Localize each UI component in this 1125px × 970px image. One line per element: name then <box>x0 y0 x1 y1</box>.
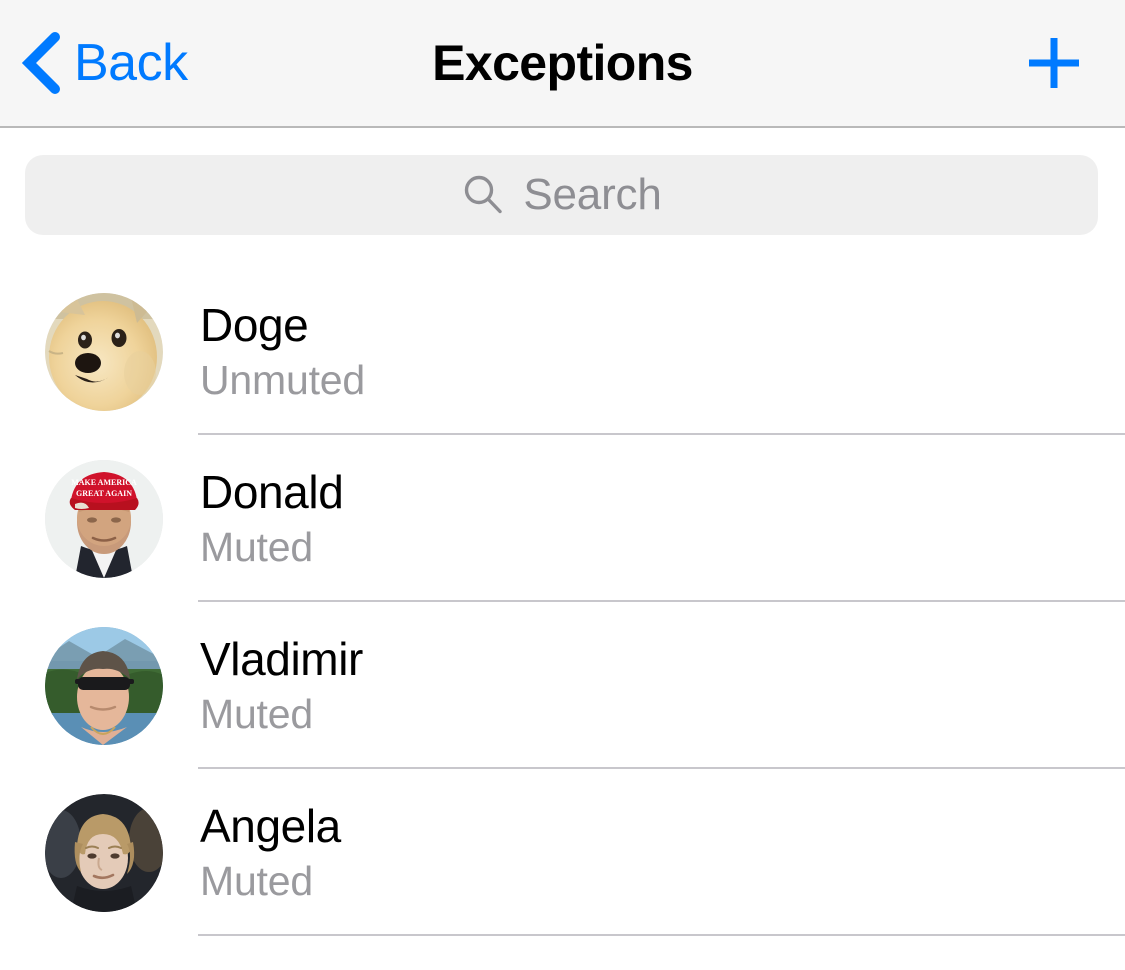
contact-name: Vladimir <box>200 633 363 685</box>
navigation-bar: Back Exceptions <box>0 0 1125 128</box>
avatar-vladimir <box>45 626 163 745</box>
search-placeholder-text: Search <box>523 170 662 219</box>
search-input[interactable]: Search <box>25 155 1098 235</box>
contact-status: Unmuted <box>200 357 365 403</box>
add-exception-button[interactable] <box>1009 0 1099 126</box>
table-row[interactable]: Doge Unmuted <box>0 268 1125 435</box>
contact-name: Doge <box>200 299 309 351</box>
chevron-left-icon <box>22 32 60 94</box>
exceptions-list: Doge Unmuted MAKE AMERICA GREAT AGAIN Do… <box>0 268 1125 936</box>
svg-text:GREAT AGAIN: GREAT AGAIN <box>76 489 132 498</box>
row-text-group: Doge Unmuted <box>200 302 365 401</box>
table-row[interactable]: Vladimir Muted <box>0 602 1125 769</box>
search-field-container: Search <box>25 155 1098 235</box>
contact-name: Donald <box>200 466 344 518</box>
exceptions-screen: Back Exceptions Search Doge Unmuted MAKE… <box>0 0 1125 970</box>
contact-status: Muted <box>200 691 313 737</box>
avatar-donald: MAKE AMERICA GREAT AGAIN <box>45 459 163 578</box>
search-icon <box>465 175 503 214</box>
table-row[interactable]: Angela Muted <box>0 769 1125 936</box>
svg-text:MAKE AMERICA: MAKE AMERICA <box>71 478 137 487</box>
row-text-group: Angela Muted <box>200 803 341 902</box>
avatar-doge <box>45 292 163 411</box>
back-button-label: Back <box>74 34 188 92</box>
contact-status: Muted <box>200 524 313 570</box>
table-row[interactable]: MAKE AMERICA GREAT AGAIN Donald Muted <box>0 435 1125 602</box>
contact-status: Muted <box>200 858 313 904</box>
contact-name: Angela <box>200 800 341 852</box>
back-button[interactable]: Back <box>22 0 198 126</box>
row-text-group: Donald Muted <box>200 466 344 570</box>
row-text-group: Vladimir Muted <box>200 636 363 735</box>
avatar-angela <box>45 793 163 912</box>
plus-icon <box>1029 38 1079 88</box>
